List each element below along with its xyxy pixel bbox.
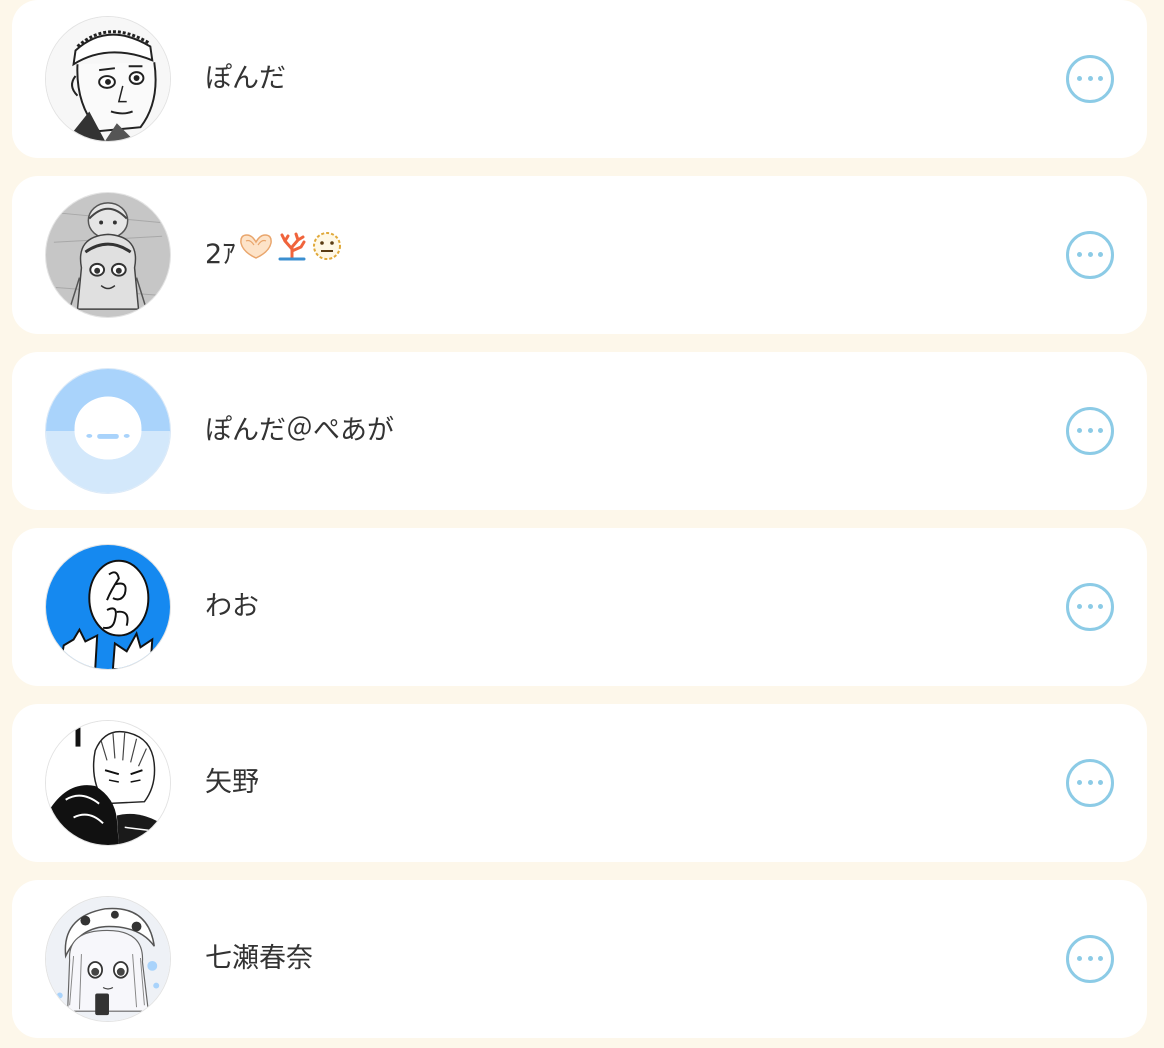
more-options-button[interactable]	[1066, 935, 1114, 983]
user-name: 2ｱ	[205, 176, 344, 334]
avatar[interactable]	[45, 16, 171, 142]
user-row[interactable]: 七瀬春奈	[12, 880, 1147, 1038]
dotted-line-face-emoji	[310, 174, 344, 332]
avatar[interactable]	[45, 896, 171, 1022]
blue-doodle-wao-avatar	[46, 545, 170, 669]
manga-man-headband-avatar	[46, 17, 170, 141]
more-options-icon	[1077, 76, 1103, 82]
avatar[interactable]	[45, 368, 171, 494]
sketch-girl-pencil-avatar	[46, 193, 170, 317]
user-name: 七瀬春奈	[205, 943, 313, 974]
more-options-icon	[1077, 604, 1103, 610]
user-row[interactable]: 矢野	[12, 704, 1147, 862]
user-name: 矢野	[205, 767, 259, 798]
more-options-button[interactable]	[1066, 55, 1114, 103]
more-options-button[interactable]	[1066, 231, 1114, 279]
avatar[interactable]	[45, 720, 171, 846]
user-row[interactable]: わお	[12, 528, 1147, 686]
more-options-icon	[1077, 252, 1103, 258]
avatar[interactable]	[45, 192, 171, 318]
more-options-icon	[1077, 956, 1103, 962]
user-name: ぽんだ	[205, 63, 286, 94]
more-options-icon	[1077, 780, 1103, 786]
coral-emoji	[276, 174, 308, 332]
more-options-button[interactable]	[1066, 759, 1114, 807]
smiley-blue-default-avatar	[46, 369, 170, 493]
user-name: わお	[205, 591, 259, 622]
user-row[interactable]: ぽんだ	[12, 0, 1147, 158]
user-list: ぽんだ 2ｱ ぽんだ＠ぺあが わお 矢野 七瀬春奈	[0, 0, 1164, 1048]
avatar[interactable]	[45, 544, 171, 670]
user-name-text: 2ｱ	[205, 239, 236, 270]
more-options-button[interactable]	[1066, 583, 1114, 631]
user-row[interactable]: ぽんだ＠ぺあが	[12, 352, 1147, 510]
manga-boy-white-hair-avatar	[46, 721, 170, 845]
more-options-button[interactable]	[1066, 407, 1114, 455]
more-options-icon	[1077, 428, 1103, 434]
heart-hands-emoji	[238, 174, 274, 332]
user-row[interactable]: 2ｱ	[12, 176, 1147, 334]
manga-girl-animal-hood-avatar	[46, 897, 170, 1021]
user-name: ぽんだ＠ぺあが	[205, 415, 394, 446]
